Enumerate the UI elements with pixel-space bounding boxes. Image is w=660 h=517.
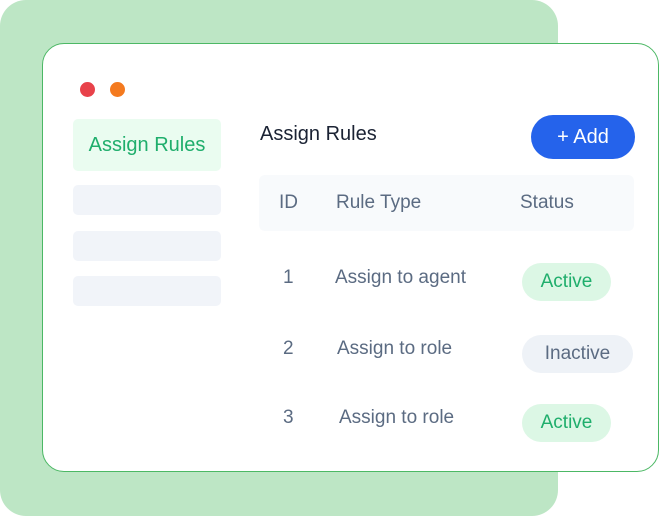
row-rule-type: Assign to role (339, 407, 455, 428)
table-header: ID Rule Type Status (259, 175, 634, 231)
row-rule-type: Assign to agent (335, 267, 466, 288)
minimize-dot-icon[interactable] (110, 82, 125, 97)
add-button-label: + Add (557, 125, 609, 148)
row-id: 3 (283, 407, 294, 428)
sidebar-item-placeholder[interactable] (73, 276, 221, 306)
status-badge: Inactive (522, 335, 633, 373)
status-badge: Active (522, 263, 611, 301)
status-badge: Active (522, 404, 611, 442)
page-title: Assign Rules (260, 123, 377, 145)
add-button[interactable]: + Add (531, 115, 635, 159)
sidebar-item-placeholder[interactable] (73, 185, 221, 215)
sidebar-item-assign-rules[interactable]: Assign Rules (73, 119, 221, 171)
header-rule-type: Rule Type (336, 192, 422, 213)
close-dot-icon[interactable] (80, 82, 95, 97)
row-rule-type: Assign to role (337, 338, 453, 359)
app-window: Assign Rules Assign Rules + Add ID Rule … (42, 43, 659, 472)
sidebar-item-placeholder[interactable] (73, 231, 221, 261)
row-id: 2 (283, 338, 294, 359)
row-id: 1 (283, 267, 294, 288)
sidebar-item-label: Assign Rules (88, 133, 206, 156)
header-id: ID (279, 192, 298, 213)
header-status: Status (520, 192, 574, 213)
